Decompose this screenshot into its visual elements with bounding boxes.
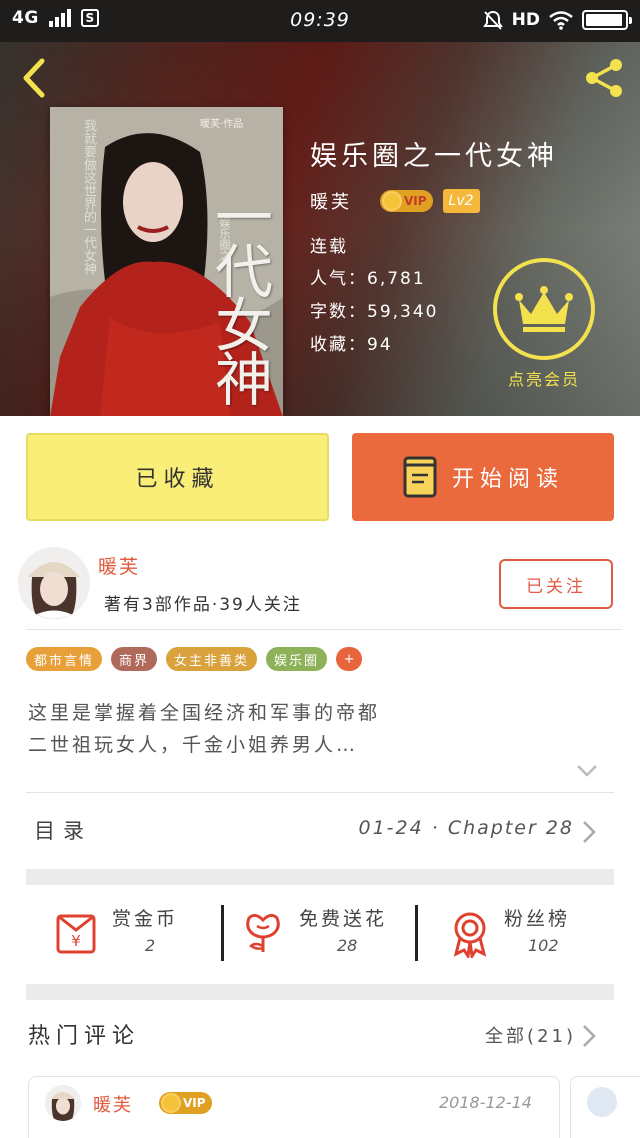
reward-label: 粉丝榜 [504,908,571,930]
comment-avatar[interactable] [45,1085,81,1121]
book-cover[interactable]: 我就要做这世界的一代女神 暖芙·作品 娱乐圈之 一代女神 [50,107,283,416]
all-comments-link[interactable]: 全部(21) [485,1022,576,1048]
divider [26,792,614,793]
chevron-right-icon[interactable] [582,1024,596,1048]
reward-flowers[interactable]: 免费送花 28 [243,902,413,966]
member-label[interactable]: 点亮会员 [478,366,610,390]
tag-item[interactable]: 都市言情 [26,647,103,671]
status-bar: 4G S 09:39 HD [0,0,640,42]
share-button[interactable] [580,56,628,100]
reward-coins[interactable]: ¥ 赏金币 2 [56,902,206,966]
book-author-name[interactable]: 暖芙 [310,188,352,214]
level-badge: Lv2 [442,189,480,213]
book-popularity: 人气：6,781 [310,269,426,289]
reward-label: 赏金币 [112,908,179,930]
section-separator [26,984,614,1000]
tag-item[interactable]: 女主非善类 [166,647,258,671]
reward-value: 28 [337,936,358,955]
comment-user-name[interactable]: 暖芙 [93,1091,133,1117]
description-line: 这里是掌握着全国经济和军事的帝都 [28,702,381,724]
vip-badge: VIP [159,1092,212,1114]
description-line: 二世祖玩女人，千金小姐养男人… [28,734,359,756]
author-meta: 著有3部作品·39人关注 [104,595,302,615]
book-hero: 我就要做这世界的一代女神 暖芙·作品 娱乐圈之 一代女神 娱乐圈之一代女神 暖芙… [0,42,640,416]
catalog-latest-chapter[interactable]: 01-24 · Chapter 28 [358,817,574,839]
author-avatar[interactable] [18,547,90,619]
start-reading-button[interactable]: 开始阅读 [352,433,614,521]
status-right: HD [482,9,632,31]
chevron-down-icon[interactable] [576,764,598,778]
chevron-right-icon[interactable] [582,820,596,844]
book-author-row: 暖芙 VIP Lv2 [310,188,480,214]
tag-list: 都市言情 商界 女主非善类 娱乐圈 + [26,647,363,671]
hot-comments-title: 热门评论 [28,1024,141,1049]
start-reading-label: 开始阅读 [451,467,564,492]
hd-indicator: HD [511,10,540,30]
book-description[interactable]: 这里是掌握着全国经济和军事的帝都 二世祖玩女人，千金小姐养男人… [28,697,588,761]
tag-item[interactable]: 娱乐圈 [266,647,328,671]
red-envelope-icon: ¥ [56,914,96,954]
svg-text:¥: ¥ [71,932,81,950]
book-status: 连载 [310,237,348,257]
mute-icon [482,10,503,30]
back-button[interactable] [16,56,52,100]
collected-button[interactable]: 已收藏 [26,433,329,521]
divider [26,629,622,630]
follow-button[interactable]: 已关注 [499,559,613,609]
reward-fans[interactable]: 粉丝榜 102 [448,902,598,966]
user-avatar-icon [587,1087,617,1117]
vertical-separator [415,905,418,961]
book-icon [403,456,437,498]
crown-icon [382,191,402,211]
book-word-count: 字数：59,340 [310,302,439,322]
section-separator [26,869,614,885]
book-title: 娱乐圈之一代女神 [310,141,558,172]
catalog-label[interactable]: 目录 [34,815,92,845]
cover-vertical-text: 我就要做这世界的一代女神 [81,119,96,275]
wifi-icon [549,11,573,30]
member-button[interactable] [493,258,595,360]
medal-icon [453,912,487,958]
comment-date: 2018-12-14 [439,1093,532,1112]
book-favorites: 收藏：94 [310,335,393,355]
author-name[interactable]: 暖芙 [98,552,140,579]
cover-title: 一代女神 [205,187,273,403]
battery-icon [582,10,632,30]
comment-card[interactable] [570,1076,640,1138]
vertical-separator [221,905,224,961]
crown-icon [161,1093,181,1113]
cover-mini-text: 暖芙·作品 [200,119,244,130]
crown-icon [515,286,573,332]
flower-icon [246,913,280,952]
reward-label: 免费送花 [299,908,388,930]
tag-item[interactable]: 商界 [111,647,158,671]
vip-badge: VIP [380,190,433,212]
reward-value: 102 [528,936,559,955]
reward-value: 2 [145,936,156,955]
comment-card[interactable]: 暖芙 VIP 2018-12-14 [28,1076,560,1138]
add-tag-button[interactable]: + [336,647,363,671]
